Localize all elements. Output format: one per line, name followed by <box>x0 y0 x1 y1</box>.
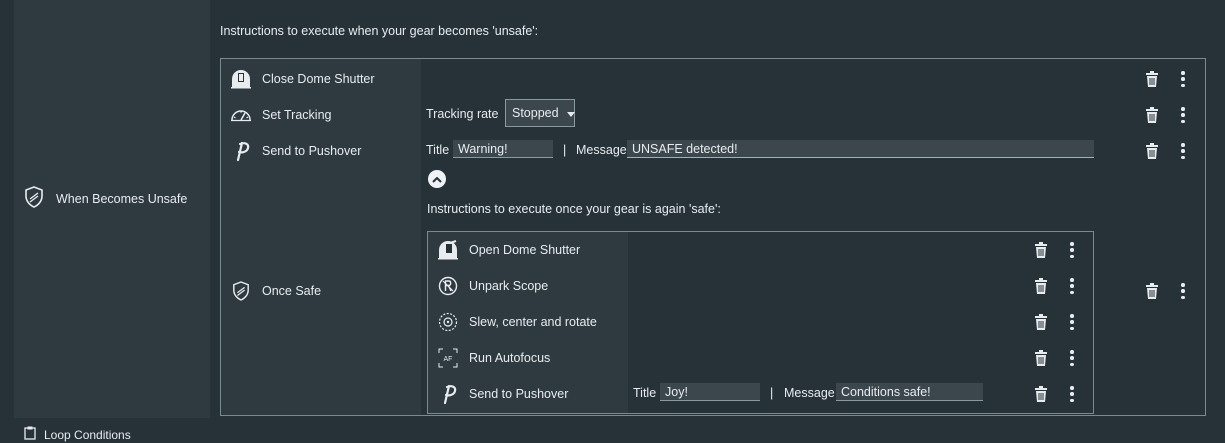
field-separator: | <box>563 143 567 157</box>
trigger-header[interactable]: When Becomes Unsafe <box>24 186 187 211</box>
item-label: Slew, center and rotate <box>469 315 597 329</box>
item-actions <box>1145 107 1185 123</box>
trash-icon[interactable] <box>1145 71 1159 87</box>
item-close-dome-shutter[interactable]: Close Dome Shutter <box>221 61 375 97</box>
item-set-tracking[interactable]: Set Tracking <box>221 97 331 133</box>
more-options-icon[interactable] <box>1070 278 1074 294</box>
more-options-icon[interactable] <box>1181 71 1185 87</box>
item-label: Run Autofocus <box>469 351 551 365</box>
title-input[interactable]: Joy! <box>660 383 760 401</box>
more-options-icon[interactable] <box>1070 386 1074 402</box>
trash-icon[interactable] <box>1034 386 1048 402</box>
more-options-icon[interactable] <box>1070 314 1074 330</box>
pushover-icon <box>230 140 252 162</box>
title-input[interactable]: Warning! <box>453 140 553 158</box>
speedometer-icon <box>230 104 252 126</box>
tracking-rate-select[interactable]: Stopped <box>505 99 575 127</box>
trash-icon[interactable] <box>1145 283 1159 299</box>
item-label: Send to Pushover <box>469 387 569 401</box>
autofocus-icon-text: AF <box>444 356 453 363</box>
loop-conditions-label: Loop Conditions <box>44 427 131 442</box>
item-once-safe[interactable]: Once Safe <box>221 273 321 309</box>
safe-instructions-box: Open Dome Shutter Unpark Scope Slew, cen… <box>427 231 1094 414</box>
more-options-icon[interactable] <box>1181 143 1185 159</box>
safe-heading: Instructions to execute once your gear i… <box>427 202 721 216</box>
item-actions <box>1145 143 1185 159</box>
message-input[interactable]: Conditions safe! <box>836 383 983 401</box>
trash-icon[interactable] <box>1145 107 1159 123</box>
dome-icon <box>230 68 252 90</box>
item-actions <box>1034 386 1074 402</box>
item-label: Set Tracking <box>262 108 332 122</box>
item-unpark-scope[interactable]: Unpark Scope <box>428 268 548 304</box>
dome-open-icon <box>437 239 459 261</box>
field-separator: | <box>770 386 774 400</box>
pushover-icon <box>437 383 459 405</box>
item-actions <box>1034 278 1074 294</box>
dropdown-arrow-icon <box>566 106 575 120</box>
title-label: Title <box>633 386 657 400</box>
item-actions <box>1034 350 1074 366</box>
message-label: Message <box>576 143 627 157</box>
item-label: Open Dome Shutter <box>469 243 581 257</box>
more-options-icon[interactable] <box>1070 242 1074 258</box>
autofocus-icon: AF <box>437 347 459 369</box>
trash-icon[interactable] <box>1034 278 1048 294</box>
trigger-label: When Becomes Unsafe <box>56 191 188 206</box>
shield-icon <box>230 280 252 302</box>
more-options-icon[interactable] <box>1181 283 1185 299</box>
clipboard-icon <box>24 426 36 443</box>
tracking-rate-label: Tracking rate <box>426 107 499 121</box>
message-input[interactable]: UNSAFE detected! <box>627 140 1094 158</box>
shield-icon <box>24 186 44 211</box>
message-label: Message <box>784 386 835 400</box>
more-options-icon[interactable] <box>1181 107 1185 123</box>
item-label: Once Safe <box>262 284 322 298</box>
slew-icon <box>437 311 459 333</box>
trash-icon[interactable] <box>1034 350 1048 366</box>
collapse-button[interactable] <box>428 170 446 188</box>
item-actions <box>1145 71 1185 87</box>
item-label: Unpark Scope <box>469 279 549 293</box>
more-options-icon[interactable] <box>1070 350 1074 366</box>
item-send-to-pushover-safe[interactable]: Send to Pushover <box>428 376 568 412</box>
chevron-up-icon <box>432 172 442 186</box>
unsafe-instructions-box: Close Dome Shutter Set Tracking Tracking… <box>220 58 1206 416</box>
item-label: Send to Pushover <box>262 144 362 158</box>
item-label: Close Dome Shutter <box>262 72 375 86</box>
trash-icon[interactable] <box>1034 242 1048 258</box>
trash-icon[interactable] <box>1034 314 1048 330</box>
item-actions <box>1034 242 1074 258</box>
item-open-dome-shutter[interactable]: Open Dome Shutter <box>428 232 580 268</box>
item-run-autofocus[interactable]: AF Run Autofocus <box>428 340 550 376</box>
item-actions <box>1034 314 1074 330</box>
item-slew-center-rotate[interactable]: Slew, center and rotate <box>428 304 597 340</box>
tracking-rate-value: Stopped <box>512 106 559 120</box>
unpark-icon <box>437 275 459 297</box>
trigger-column: When Becomes Unsafe Loop Conditions <box>14 0 210 442</box>
trash-icon[interactable] <box>1145 143 1159 159</box>
item-send-to-pushover[interactable]: Send to Pushover <box>221 133 361 169</box>
item-actions <box>1145 283 1185 299</box>
unsafe-heading: Instructions to execute when your gear b… <box>220 24 539 38</box>
loop-conditions-header[interactable]: Loop Conditions <box>24 426 131 443</box>
title-label: Title <box>426 143 450 157</box>
